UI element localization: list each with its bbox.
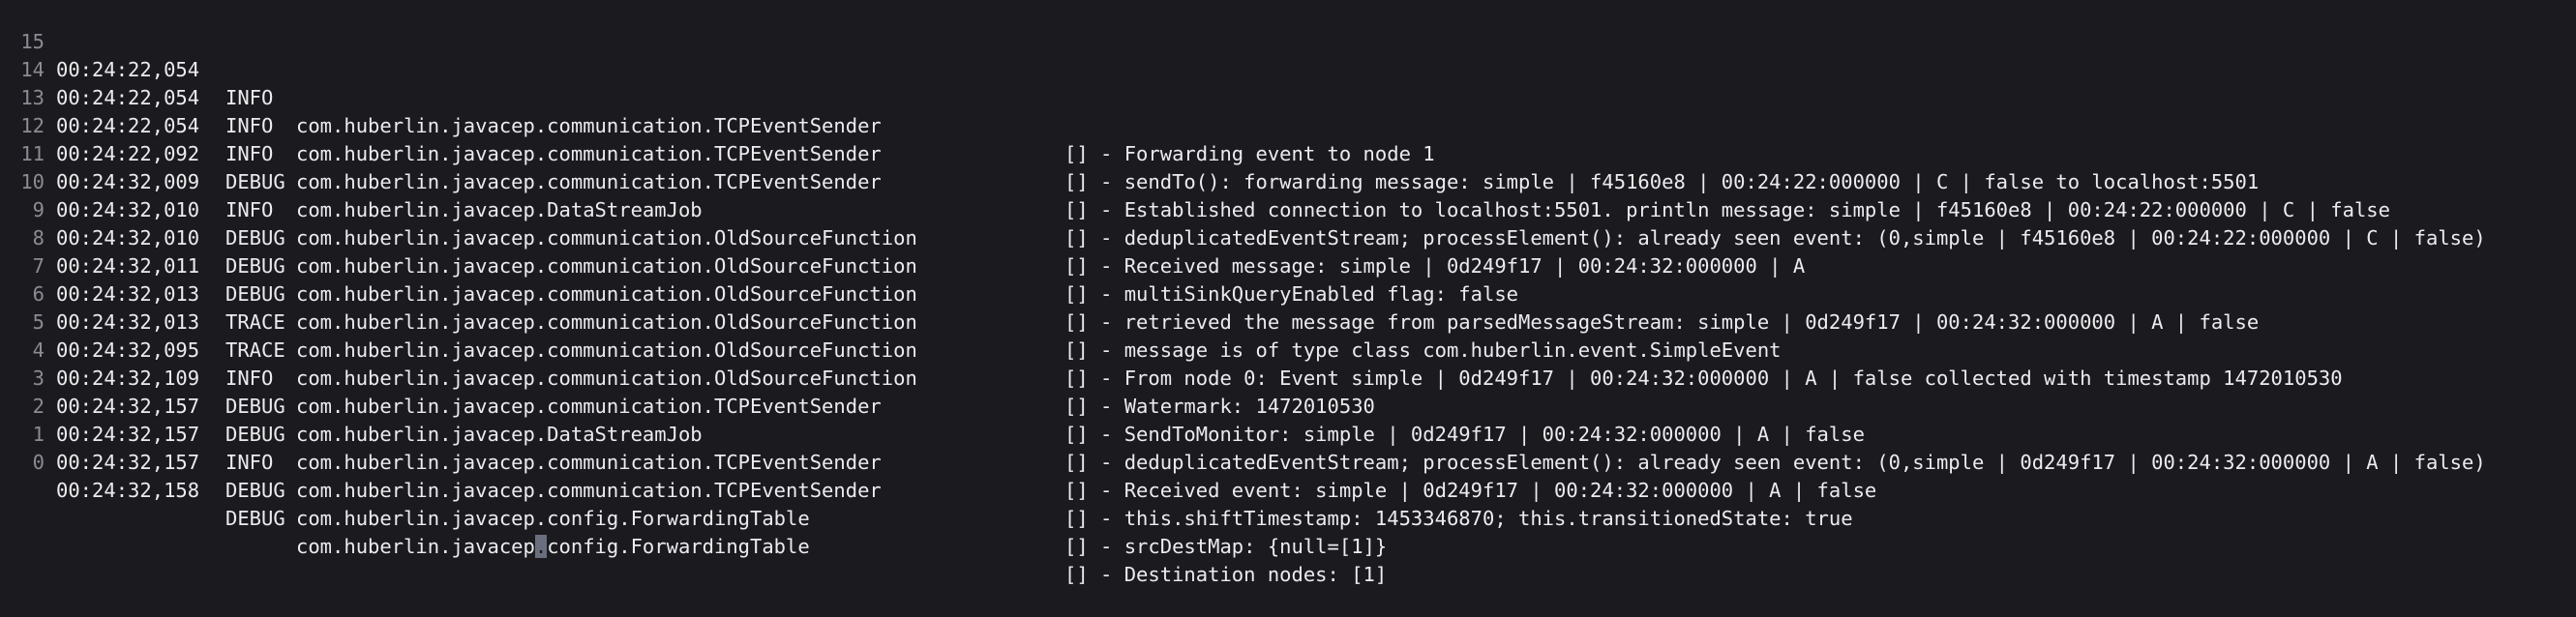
log-timestamp: 00:24:22,054 [56, 114, 200, 137]
log-timestamp: 00:24:32,157 [56, 423, 200, 446]
log-class: com.huberlin.javacep.config.ForwardingTa… [296, 533, 810, 561]
log-line[interactable]: 4 00:24:32,109 DEBUG com.huberlin.javace… [0, 308, 2486, 474]
log-message: [] - retrieved the message from parsedMe… [1064, 310, 2260, 334]
log-message: [] - multiSinkQueryEnabled flag: false [1064, 282, 1518, 306]
log-line-current[interactable]: 0 00:24:32,158 DEBUG com.huberlin.javace… [0, 421, 1388, 586]
log-timestamp: 00:24:32,009 [56, 170, 200, 193]
log-timestamp: 00:24:32,013 [56, 282, 200, 306]
log-line[interactable]: 9 00:24:32,010 DEBUG com.huberlin.javace… [0, 168, 2260, 334]
log-level: INFO [225, 86, 285, 109]
log-line[interactable]: 11 00:24:32,009 INFO com.huberlin.javace… [0, 112, 1805, 278]
log-line[interactable]: 6 00:24:32,013 TRACE com.huberlin.javace… [0, 252, 1375, 418]
log-timestamp: 00:24:22,054 [56, 86, 200, 109]
log-timestamp: 00:24:32,095 [56, 338, 200, 362]
log-level: INFO [225, 198, 285, 221]
log-message: [] - deduplicatedEventStream; processEle… [1064, 226, 2486, 250]
line-number: 0 [32, 451, 45, 474]
log-timestamp: 00:24:32,109 [56, 367, 200, 390]
log-line[interactable]: 10 00:24:32,010 DEBUG com.huberlin.javac… [0, 140, 1518, 306]
log-timestamp: 00:24:32,011 [56, 254, 200, 278]
log-message: [] - Forwarding event to node 1 [1064, 142, 1435, 165]
log-line[interactable]: 14 00:24:22,054 INFO com.huberlin.javace… [0, 28, 2259, 193]
log-line[interactable]: 7 00:24:32,013 TRACE com.huberlin.javace… [0, 224, 2343, 390]
log-class: com.huberlin.javacep.DataStreamJob [296, 423, 703, 446]
log-message: [] - Received message: simple | 0d249f17… [1064, 254, 1806, 278]
log-message: [] - SendToMonitor: simple | 0d249f17 | … [1064, 423, 1865, 446]
log-timestamp: 00:24:32,158 [56, 479, 200, 502]
log-class: com.huberlin.javacep.communication.TCPEv… [296, 395, 882, 418]
log-message: [] - Watermark: 1472010530 [1064, 395, 1375, 418]
log-line[interactable]: 8 00:24:32,011 DEBUG com.huberlin.javace… [0, 196, 1782, 362]
log-class: com.huberlin.javacep.config.ForwardingTa… [296, 507, 810, 530]
log-level: TRACE [225, 338, 285, 362]
log-class: com.huberlin.javacep.communication.OldSo… [296, 254, 917, 278]
log-line[interactable]: 3 00:24:32,157 DEBUG com.huberlin.javace… [0, 337, 1877, 502]
log-class-after-cursor: config.ForwardingTable [547, 535, 810, 558]
log-class: com.huberlin.javacep.communication.OldSo… [296, 226, 917, 250]
log-level: DEBUG [225, 226, 285, 250]
log-timestamp: 00:24:22,092 [56, 142, 200, 165]
log-class: com.huberlin.javacep.communication.TCPEv… [296, 479, 882, 502]
log-message: [] - Received event: simple | 0d249f17 |… [1064, 479, 1877, 502]
log-class-before-cursor: com.huberlin.javacep [296, 535, 535, 558]
log-timestamp: 00:24:32,157 [56, 451, 200, 474]
log-message: [] - sendTo(): forwarding message: simpl… [1064, 170, 2260, 193]
log-timestamp: 00:24:32,010 [56, 198, 200, 221]
log-class: com.huberlin.javacep.communication.OldSo… [296, 282, 917, 306]
log-message: [] - message is of type class com.huberl… [1064, 338, 1782, 362]
log-class: com.huberlin.javacep.communication.OldSo… [296, 367, 917, 390]
log-class: com.huberlin.javacep.communication.TCPEv… [296, 114, 882, 137]
log-timestamp: 00:24:32,010 [56, 226, 200, 250]
log-message: [] - Destination nodes: [1] [1064, 563, 1388, 586]
log-timestamp: 00:24:22,054 [56, 58, 200, 81]
log-message: [] - deduplicatedEventStream; processEle… [1064, 451, 2486, 474]
log-class: com.huberlin.javacep.communication.TCPEv… [296, 142, 882, 165]
log-class: com.huberlin.javacep.communication.TCPEv… [296, 451, 882, 474]
log-level: DEBUG [225, 423, 285, 446]
log-level: DEBUG [225, 282, 285, 306]
log-line[interactable]: 15 00:24:22,054 INFO com.huberlin.javace… [0, 0, 1434, 165]
log-level: DEBUG [225, 254, 285, 278]
log-class: com.huberlin.javacep.communication.OldSo… [296, 338, 917, 362]
log-line[interactable]: 13 00:24:22,054 INFO com.huberlin.javace… [0, 56, 2390, 221]
text-cursor[interactable]: . [534, 535, 548, 558]
log-timestamp: 00:24:32,013 [56, 310, 200, 334]
log-class: com.huberlin.javacep.communication.OldSo… [296, 310, 917, 334]
log-message: [] - this.shiftTimestamp: 1453346870; th… [1064, 507, 1853, 530]
terminal-editor[interactable]: 15 00:24:22,054 INFO com.huberlin.javace… [0, 0, 2576, 586]
log-class: com.huberlin.javacep.DataStreamJob [296, 198, 703, 221]
log-level: INFO [225, 142, 285, 165]
log-level: TRACE [225, 310, 285, 334]
log-line[interactable]: 1 00:24:32,157 DEBUG com.huberlin.javace… [0, 393, 1388, 558]
log-class: com.huberlin.javacep.communication.TCPEv… [296, 170, 882, 193]
log-message: [] - Established connection to localhost… [1064, 198, 2390, 221]
log-line[interactable]: 2 00:24:32,157 INFO com.huberlin.javacep… [0, 365, 1853, 530]
log-level: INFO [225, 114, 285, 137]
log-level: INFO [225, 367, 285, 390]
log-level: INFO [225, 451, 285, 474]
log-level: DEBUG [225, 170, 285, 193]
log-level: DEBUG [225, 395, 285, 418]
log-timestamp: 00:24:32,157 [56, 395, 200, 418]
log-level: DEBUG [225, 479, 285, 502]
log-message: [] - From node 0: Event simple | 0d249f1… [1064, 367, 2343, 390]
log-level: DEBUG [225, 507, 285, 530]
log-message: [] - srcDestMap: {null=[1]} [1064, 535, 1388, 558]
log-line[interactable]: 12 00:24:22,092 DEBUG com.huberlin.javac… [0, 84, 2485, 250]
log-line[interactable]: 5 00:24:32,095 INFO com.huberlin.javacep… [0, 280, 1865, 446]
